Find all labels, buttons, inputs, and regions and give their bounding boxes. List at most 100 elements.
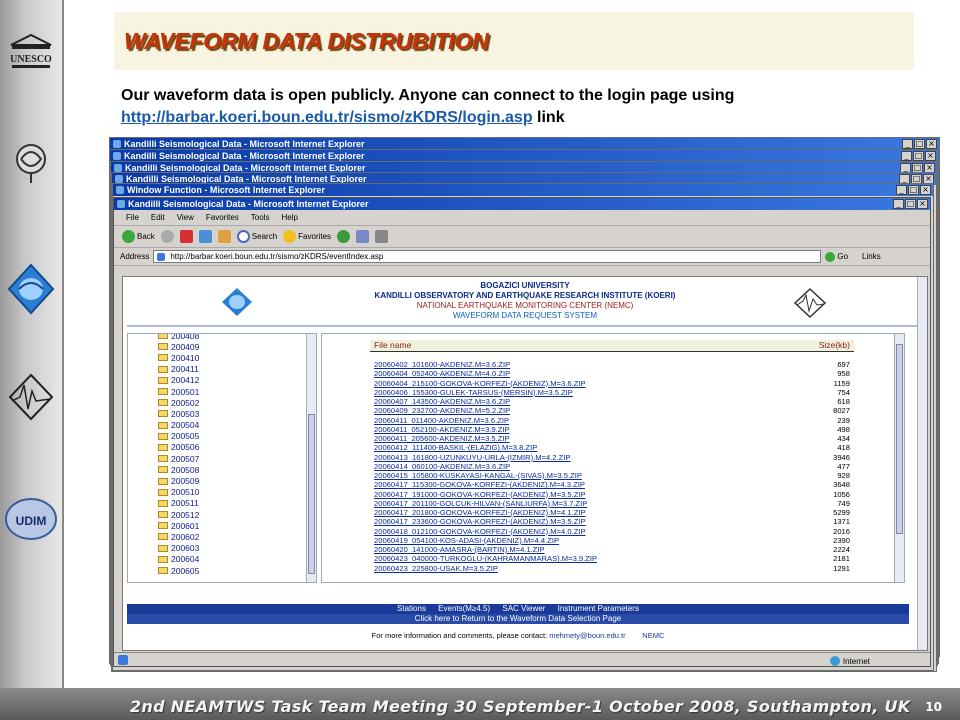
forward-button[interactable] [160,230,174,243]
folder-item[interactable]: 200602 [158,531,199,542]
file-download-link[interactable]: 20060423_040000-TURKOGLU-(KAHRAMANMARAS)… [374,554,597,563]
file-download-link[interactable]: 20060423_225800-USAK.M=3.5.ZIP [374,564,498,573]
file-download-link[interactable]: 20060419_054100-KOS-ADASI-(AKDENIZ).M=4.… [374,536,559,545]
maximize-button[interactable]: □ [908,185,919,195]
go-button[interactable]: Go [825,251,848,262]
folder-item[interactable]: 200505 [158,431,199,442]
close-button[interactable]: × [917,199,928,209]
folder-icon [158,477,168,485]
stop-button[interactable] [179,230,193,243]
status-bar: Internet [114,652,930,666]
menu-edit[interactable]: Edit [151,213,165,222]
mail-button[interactable] [356,230,370,243]
print-button[interactable] [375,230,389,243]
org-name-center: NATIONAL EARTHQUAKE MONITORING CENTER (N… [416,301,634,310]
close-button[interactable]: × [926,139,937,149]
file-download-link[interactable]: 20060411_052100-AKDENIZ.M=3.9.ZIP [374,425,510,434]
file-download-link[interactable]: 20060414_060100-AKDENIZ.M=3.6.ZIP [374,462,510,471]
menu-tools[interactable]: Tools [251,213,270,222]
menu-help[interactable]: Help [281,213,297,222]
page-scrollbar[interactable] [917,277,927,650]
file-list-scrollbar[interactable] [894,334,904,582]
folder-item[interactable]: 200503 [158,408,199,419]
folder-item[interactable]: 200408 [158,334,199,341]
menu-file[interactable]: File [126,213,139,222]
file-download-link[interactable]: 20060413_161800-UZUNKUYU-URLA-(IZMIR).M=… [374,453,570,462]
minimize-button[interactable]: _ [893,199,904,209]
scrollbar-thumb[interactable] [308,414,315,574]
folder-item[interactable]: 200508 [158,464,199,475]
contact-email-link[interactable]: mehmety@boun.edu.tr [549,631,625,640]
nav-stations-link[interactable]: Stations [397,604,426,613]
folder-tree-pane[interactable]: 200408 200409 200410 200411 200412 200501 2005… [127,333,317,583]
file-row: 20060407_143500-AKDENIZ.M=3.6.ZIP 618 [374,397,850,406]
file-download-link[interactable]: 20060411_011400-AKDENIZ.M=3.6.ZIP [374,416,509,425]
logo-sidebar: UNESCO UDIM [0,0,64,720]
file-download-link[interactable]: 20060402_101600-AKDENIZ.M=3.6.ZIP [374,360,510,369]
file-download-link[interactable]: 20060417_201800-GOKOVA-KORFEZI-(AKDENIZ)… [374,508,586,517]
maximize-button[interactable]: □ [913,151,924,161]
favorites-button[interactable]: Favorites [283,230,331,243]
file-list-pane[interactable]: File name Size(kb) 20060402_101600-AKDEN… [321,333,905,583]
folder-item[interactable]: 200411 [158,364,199,375]
file-download-link[interactable]: 20060412_111400-BASKIL-(ELAZIG).M=3.8.ZI… [374,443,537,452]
contact-info: For more information and comments, pleas… [127,631,909,640]
file-download-link[interactable]: 20060409_232700-AKDENIZ.M=5.2.ZIP [374,406,510,415]
login-url-link[interactable]: http://barbar.koeri.boun.edu.tr/sismo/zK… [121,109,533,126]
file-download-link[interactable]: 20060420_141000-AMASRA-(BARTIN).M=4.1.ZI… [374,545,545,554]
maximize-button[interactable]: □ [905,199,916,209]
close-button[interactable]: × [925,151,936,161]
refresh-icon [198,230,212,243]
folder-item[interactable]: 200601 [158,520,199,531]
main-browser-window[interactable]: Kandilli Seismological Data - Microsoft … [113,197,931,667]
folder-item[interactable]: 200502 [158,397,199,408]
history-button[interactable] [337,230,351,243]
address-input[interactable]: http://barbar.koeri.boun.edu.tr/sismo/zK… [153,250,822,263]
folder-item[interactable]: 200603 [158,543,199,554]
file-download-link[interactable]: 20060406_155300-GULEK-TARSUS-(MERSIN).M=… [374,388,573,397]
nav-instrument-parameters-link[interactable]: Instrument Parameters [558,604,639,613]
folder-item[interactable]: 200504 [158,420,199,431]
close-button[interactable]: × [920,185,931,195]
file-download-link[interactable]: 20060417_233600-GOKOVA-KORFEZI-(AKDENIZ)… [374,517,586,526]
file-download-link[interactable]: 20060404_052400-AKDENIZ.M=4.0.ZIP [374,369,510,378]
search-button[interactable]: Search [236,230,277,243]
menu-favorites[interactable]: Favorites [206,213,239,222]
file-download-link[interactable]: 20060407_143500-AKDENIZ.M=3.6.ZIP [374,397,510,406]
folder-item[interactable]: 200409 [158,341,199,352]
links-button[interactable]: Links [862,252,881,261]
file-download-link[interactable]: 20060411_205600-AKDENIZ.M=3.5.ZIP [374,434,510,443]
minimize-button[interactable]: _ [901,151,912,161]
folder-item[interactable]: 200604 [158,554,199,565]
file-download-link[interactable]: 20060404_215100-GOKOVA-KORFEZI-(AKDENIZ)… [374,379,586,388]
folder-item[interactable]: 200512 [158,509,199,520]
file-download-link[interactable]: 20060417_115300-GOKOVA-KORFEZI-(AKDENIZ)… [374,480,585,489]
file-download-link[interactable]: 20060418_012100-GOKOVA-KORFEZI-(AKDENIZ)… [374,527,586,536]
scrollbar-thumb[interactable] [896,344,903,534]
return-link[interactable]: Click here to Return to the Waveform Dat… [415,614,621,623]
folder-item[interactable]: 200412 [158,375,199,386]
file-download-link[interactable]: 20060417_201100-GOLCUK-HILVAN-(SANLIURFA… [374,499,587,508]
folder-label: 200504 [171,420,200,431]
refresh-button[interactable] [198,230,212,243]
maximize-button[interactable]: □ [914,139,925,149]
back-button[interactable]: Back [122,230,155,243]
folder-item[interactable]: 200501 [158,386,199,397]
minimize-button[interactable]: _ [902,139,913,149]
minimize-button[interactable]: _ [896,185,907,195]
folder-item[interactable]: 200410 [158,352,199,363]
folder-item[interactable]: 200511 [158,498,199,509]
folder-item[interactable]: 200605 [158,565,199,576]
home-button[interactable] [217,230,231,243]
folder-item[interactable]: 200507 [158,453,199,464]
file-download-link[interactable]: 20060417_191000-GOKOVA-KORFEZI-(AKDENIZ)… [374,490,586,499]
nav-events-link[interactable]: Events(M≥4.5) [438,604,490,613]
folder-tree-scrollbar[interactable] [306,334,316,582]
folder-item[interactable]: 200509 [158,475,199,486]
folder-item[interactable]: 200506 [158,442,199,453]
file-download-link[interactable]: 20060415_105800-KUSKAYASI-KANGAL-(SIVAS)… [374,471,582,480]
file-name-header: File name [374,340,412,350]
menu-view[interactable]: View [177,213,194,222]
folder-item[interactable]: 200510 [158,487,199,498]
nav-sac-viewer-link[interactable]: SAC Viewer [502,604,545,613]
